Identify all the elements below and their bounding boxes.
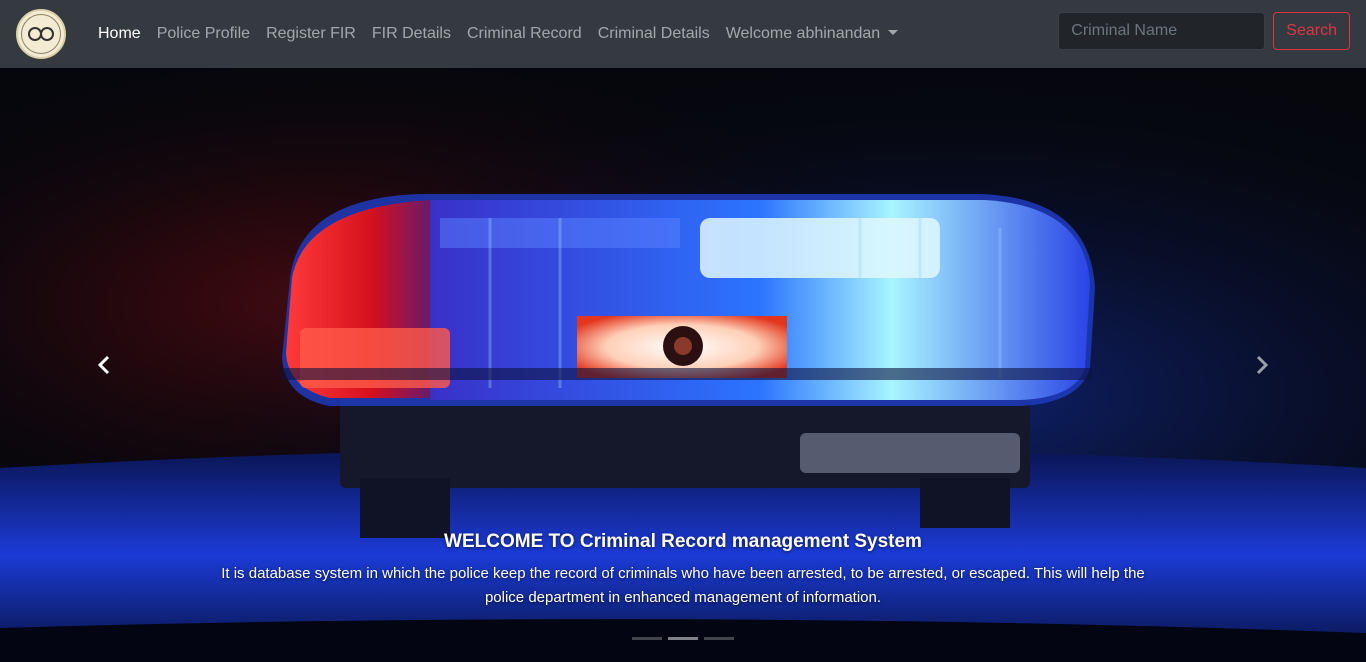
carousel-indicator[interactable] — [668, 637, 698, 640]
brand-logo[interactable] — [16, 9, 66, 59]
search-button[interactable]: Search — [1273, 12, 1350, 50]
handcuffs-emblem-icon — [21, 14, 61, 54]
caption-text: It is database system in which the polic… — [221, 565, 1145, 606]
chevron-left-icon — [97, 355, 110, 375]
carousel-prev-button[interactable] — [30, 68, 180, 662]
nav-home[interactable]: Home — [90, 25, 149, 43]
nav-register-fir[interactable]: Register FIR — [258, 25, 364, 43]
nav-links: Home Police Profile Register FIR FIR Det… — [90, 25, 906, 43]
nav-criminal-record[interactable]: Criminal Record — [459, 25, 590, 43]
nav-fir-details[interactable]: FIR Details — [364, 25, 459, 43]
caption-title: WELCOME TO Criminal Record management Sy… — [444, 531, 922, 552]
search-form: Search — [1058, 12, 1350, 50]
criminal-search-input[interactable] — [1058, 12, 1266, 50]
top-navbar: Home Police Profile Register FIR FIR Det… — [0, 0, 1366, 68]
chevron-right-icon — [1256, 355, 1269, 375]
carousel-caption: WELCOME TO Criminal Record management Sy… — [200, 530, 1166, 610]
hero-carousel: WELCOME TO Criminal Record management Sy… — [0, 68, 1366, 662]
carousel-indicators — [0, 637, 1366, 640]
caret-down-icon — [888, 30, 899, 35]
nav-police-profile[interactable]: Police Profile — [149, 25, 258, 43]
nav-criminal-details[interactable]: Criminal Details — [590, 25, 718, 43]
user-dropdown[interactable]: Welcome abhinandan — [718, 25, 906, 43]
carousel-next-button[interactable] — [1186, 68, 1336, 662]
user-dropdown-label: Welcome abhinandan — [725, 25, 881, 42]
carousel-indicator[interactable] — [704, 637, 734, 640]
carousel-indicator[interactable] — [632, 637, 662, 640]
